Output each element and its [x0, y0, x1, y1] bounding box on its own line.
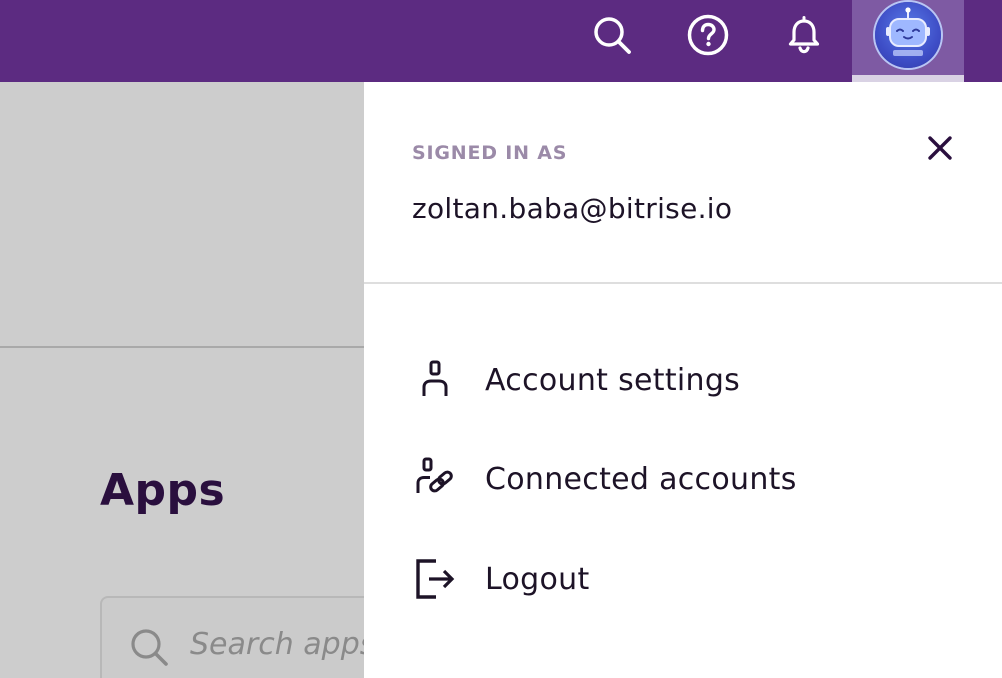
menu-divider — [364, 282, 1002, 284]
app-search-box[interactable] — [100, 596, 400, 678]
page-divider — [0, 346, 364, 348]
account-menu-panel: SIGNED IN AS zoltan.baba@bitrise.io Acco… — [364, 82, 1002, 678]
search-icon[interactable] — [590, 13, 634, 57]
close-icon — [928, 136, 952, 160]
help-icon[interactable] — [686, 13, 730, 57]
signed-in-label: SIGNED IN AS — [412, 142, 568, 164]
person-link-icon — [412, 455, 460, 503]
logout-icon — [412, 555, 460, 603]
page-title: Apps — [100, 465, 226, 516]
menu-item-connected-accounts[interactable]: Connected accounts — [412, 449, 972, 509]
account-avatar-button[interactable] — [852, 0, 964, 82]
search-input[interactable] — [190, 624, 390, 664]
user-email: zoltan.baba@bitrise.io — [412, 192, 733, 225]
menu-item-logout[interactable]: Logout — [412, 549, 972, 609]
search-icon — [128, 626, 172, 674]
menu-item-label: Logout — [485, 561, 590, 597]
menu-item-account-settings[interactable]: Account settings — [412, 350, 972, 410]
menu-item-label: Account settings — [485, 362, 741, 398]
robot-avatar — [875, 2, 941, 68]
bell-icon[interactable] — [782, 13, 826, 57]
top-navigation-bar — [0, 0, 1002, 82]
active-tab-indicator — [852, 75, 964, 82]
close-button[interactable] — [920, 128, 960, 168]
person-icon — [412, 356, 460, 404]
menu-item-label: Connected accounts — [485, 461, 797, 497]
